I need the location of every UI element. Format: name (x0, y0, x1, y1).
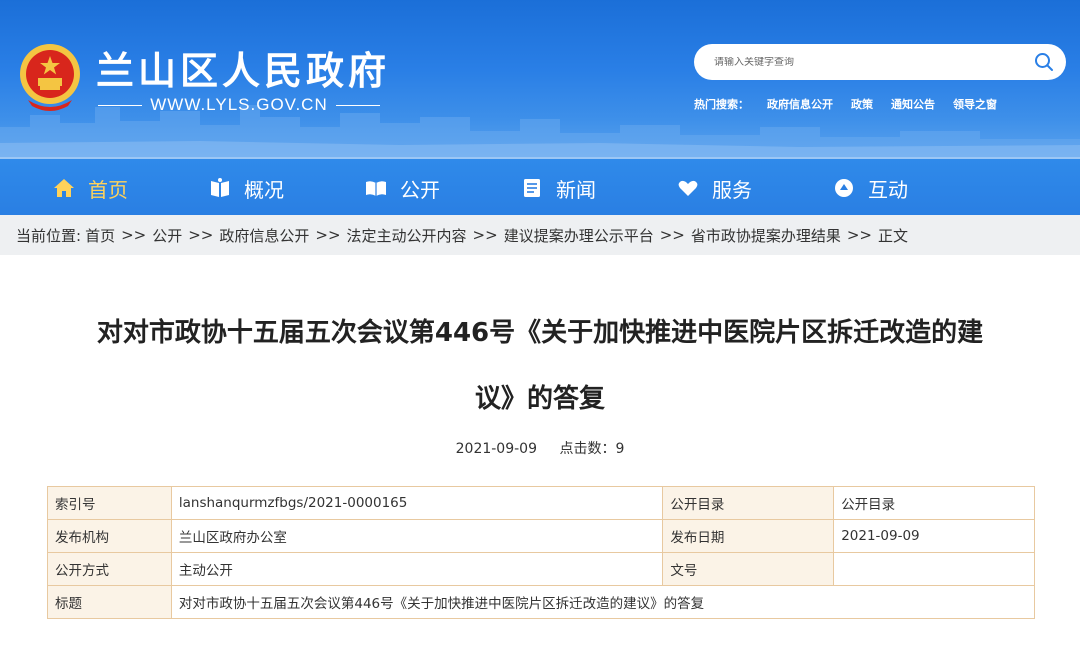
breadcrumb-prefix: 当前位置: (16, 226, 82, 245)
article-title-line: 议》的答复 (474, 384, 605, 414)
article-date: 2021-09-09 (455, 441, 537, 457)
document-info-table: 索引号 lanshanqurmzfbgs/2021-0000165 公开目录 公… (47, 486, 1036, 619)
nav-item-label: 新闻 (556, 177, 596, 202)
table-label: 发布日期 (662, 519, 835, 553)
divider-line (98, 104, 143, 106)
breadcrumb-link[interactable]: 公开 (152, 225, 182, 246)
article-clicks: 点击数：9 (559, 441, 625, 457)
table-value: 公开目录 (833, 486, 1035, 520)
site-header: 兰山区人民政府 WWW.LYLS.GOV.CN 热门搜索： 政府信息公开 政策 … (0, 0, 1080, 157)
chat-icon (835, 179, 853, 197)
nav-item-label: 互动 (868, 177, 908, 202)
nav-item-label: 服务 (712, 177, 752, 202)
search-input[interactable] (714, 56, 1024, 68)
nav-item-interact[interactable]: 互动 (832, 159, 908, 217)
heart-hand-icon (678, 180, 698, 196)
breadcrumb-link[interactable]: 法定主动公开内容 (347, 225, 467, 246)
nav-item-open[interactable]: 公开 (364, 159, 440, 217)
breadcrumb-separator: >> (846, 226, 872, 244)
document-icon (524, 179, 540, 197)
table-label: 公开目录 (662, 486, 835, 520)
breadcrumb-separator: >> (472, 226, 498, 244)
table-label: 文号 (662, 552, 835, 586)
table-value: lanshanqurmzfbgs/2021-0000165 (170, 486, 664, 520)
open-book-icon (366, 181, 386, 196)
table-value: 主动公开 (170, 552, 664, 586)
hot-search-link[interactable]: 政府信息公开 (767, 96, 833, 112)
breadcrumb-link[interactable]: 省市政协提案办理结果 (691, 225, 841, 246)
table-row: 公开方式 主动公开 文号 (47, 552, 1035, 586)
breadcrumb-current: 正文 (878, 226, 909, 245)
table-value: 兰山区政府办公室 (170, 519, 664, 553)
table-value: 2021-09-09 (833, 519, 1035, 553)
breadcrumb-separator: >> (188, 226, 214, 244)
divider-line (335, 104, 381, 106)
table-value (833, 552, 1035, 586)
table-label: 公开方式 (47, 552, 172, 586)
search-icon[interactable] (1034, 52, 1054, 72)
table-row: 发布机构 兰山区政府办公室 发布日期 2021-09-09 (47, 519, 1035, 553)
breadcrumb-link[interactable]: 建议提案办理公示平台 (504, 225, 654, 246)
nav-item-home[interactable]: 首页 (52, 159, 128, 217)
site-url-row: WWW.LYLS.GOV.CN (98, 94, 381, 116)
search-box (694, 44, 1066, 80)
nav-item-label: 概况 (244, 177, 284, 202)
nav-item-label: 公开 (400, 177, 440, 202)
breadcrumb-separator: >> (121, 226, 147, 244)
nav-item-overview[interactable]: 概况 (208, 159, 284, 217)
table-row: 标题 对对市政协十五届五次会议第446号《关于加快推进中医院片区拆迁改造的建议》… (47, 585, 1036, 619)
breadcrumb-link[interactable]: 政府信息公开 (219, 225, 309, 246)
hot-search-link[interactable]: 通知公告 (891, 96, 935, 112)
home-icon (54, 179, 74, 197)
article-meta: 2021-09-09 点击数：9 (0, 438, 1080, 458)
article-title-line: 对对市政协十五届五次会议第446号《关于加快推进中医院片区拆迁改造的建 (96, 318, 984, 348)
table-value: 对对市政协十五届五次会议第446号《关于加快推进中医院片区拆迁改造的建议》的答复 (170, 585, 1036, 619)
breadcrumb-separator: >> (315, 226, 341, 244)
table-row: 索引号 lanshanqurmzfbgs/2021-0000165 公开目录 公… (47, 486, 1035, 520)
hot-search-bar: 热门搜索： 政府信息公开 政策 通知公告 领导之窗 (694, 96, 997, 112)
table-label: 发布机构 (47, 519, 172, 553)
hot-search-label: 热门搜索： (694, 98, 749, 111)
hot-search-link[interactable]: 领导之窗 (953, 96, 997, 112)
nav-item-label: 首页 (88, 177, 128, 202)
book-icon (211, 178, 229, 197)
site-name[interactable]: 兰山区人民政府 (96, 40, 390, 95)
hot-search-link[interactable]: 政策 (851, 96, 873, 112)
breadcrumb: 当前位置: 首页 >> 公开 >> 政府信息公开 >> 法定主动公开内容 >> … (0, 215, 1080, 255)
national-emblem-icon (20, 44, 80, 111)
article-title: 对对市政协十五届五次会议第446号《关于加快推进中医院片区拆迁改造的建 议》的答… (40, 300, 1040, 432)
site-url: WWW.LYLS.GOV.CN (150, 95, 328, 114)
main-nav: 首页 概况 公开 新闻 服务 互动 (0, 157, 1080, 215)
table-label: 标题 (47, 585, 172, 619)
nav-item-news[interactable]: 新闻 (520, 159, 596, 217)
nav-item-service[interactable]: 服务 (676, 159, 752, 217)
breadcrumb-separator: >> (659, 226, 685, 244)
table-label: 索引号 (47, 486, 172, 520)
breadcrumb-link[interactable]: 首页 (85, 225, 115, 246)
